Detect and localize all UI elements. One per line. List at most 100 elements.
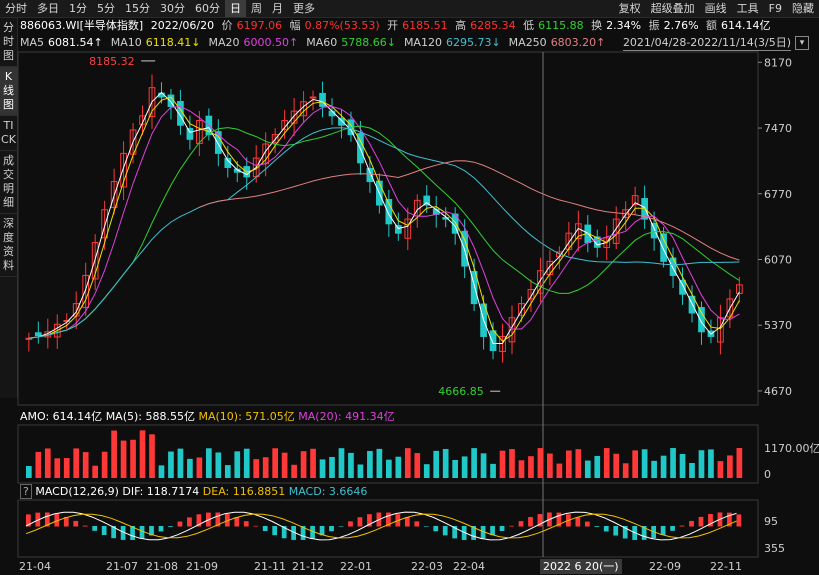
x-tick-label-0: 21-04 bbox=[19, 560, 51, 573]
volume-bar bbox=[262, 457, 269, 478]
amo-legend: AMO: 614.14亿 MA(5): 588.55亿 MA(10): 571.… bbox=[20, 410, 395, 424]
volume-bar bbox=[348, 452, 354, 478]
volume-bar bbox=[632, 450, 638, 478]
volume-bar bbox=[300, 451, 307, 478]
main-panel-frame bbox=[17, 51, 759, 406]
volume-bar bbox=[149, 434, 155, 478]
macd-bar bbox=[187, 517, 192, 527]
volume-bar bbox=[26, 466, 32, 478]
ma60-line bbox=[28, 125, 740, 339]
volume-bar bbox=[708, 449, 714, 478]
volume-bar bbox=[291, 464, 297, 478]
volume-bar bbox=[528, 456, 534, 478]
macd-bar bbox=[158, 526, 164, 532]
volume-bar bbox=[54, 458, 61, 478]
macd-bar bbox=[92, 526, 98, 531]
volume-bar bbox=[101, 451, 108, 478]
volume-bar bbox=[556, 463, 563, 478]
volume-bar bbox=[499, 450, 506, 478]
volume-bar bbox=[717, 461, 724, 478]
volume-bar bbox=[461, 456, 468, 478]
volume-bar bbox=[575, 449, 582, 478]
ma250-line bbox=[199, 160, 740, 261]
macd-bar bbox=[613, 526, 619, 536]
x-tick-label-8: 22-04 bbox=[453, 560, 485, 573]
y-tick-label-0: 8170 bbox=[764, 56, 792, 69]
volume-bar bbox=[423, 464, 430, 478]
volume-bar bbox=[206, 448, 212, 478]
volume-bar bbox=[329, 456, 335, 478]
macd-bar bbox=[509, 525, 514, 527]
candle-body bbox=[679, 279, 686, 295]
volume-bar bbox=[319, 459, 326, 478]
low-annotation: 4666.85 bbox=[438, 385, 484, 398]
volume-bar bbox=[651, 460, 657, 478]
macd-bar bbox=[82, 525, 88, 527]
x-tick-label-3: 21-09 bbox=[186, 560, 218, 573]
macd-bar bbox=[528, 517, 533, 527]
volume-bar bbox=[272, 448, 278, 478]
macd-bar bbox=[177, 521, 183, 527]
macd-params: MACD(12,26,9) bbox=[35, 485, 119, 498]
macd-dif: DIF: 118.7174 bbox=[122, 485, 200, 498]
candle-body bbox=[309, 96, 317, 99]
volume-bar bbox=[63, 458, 70, 478]
macd-bar bbox=[603, 526, 609, 532]
macd-bar bbox=[234, 517, 240, 527]
volume-bar bbox=[111, 430, 117, 478]
macd-bar bbox=[499, 526, 505, 532]
candle-body bbox=[319, 92, 326, 107]
volume-bar bbox=[660, 455, 667, 478]
macd-bar bbox=[414, 521, 420, 527]
volume-bar bbox=[490, 463, 496, 478]
volume-bar bbox=[641, 449, 648, 478]
volume-axis-label-0: 1170.00亿 bbox=[764, 442, 819, 455]
amo-value: AMO: 614.14亿 bbox=[20, 410, 103, 423]
volume-bar bbox=[158, 465, 165, 478]
volume-bar bbox=[92, 465, 98, 478]
x-tick-label-9: 22-09 bbox=[649, 560, 681, 573]
volume-bar bbox=[727, 455, 733, 478]
volume-axis-label-1: 0 bbox=[764, 468, 771, 481]
candle-body bbox=[489, 330, 497, 352]
macd-bar bbox=[262, 526, 268, 532]
volume-bar bbox=[338, 448, 345, 478]
macd-legend: ? MACD(12,26,9) DIF: 118.7174 DEA: 116.8… bbox=[20, 484, 367, 499]
volume-bar bbox=[215, 452, 222, 478]
amo-ma5: MA(5): 588.55亿 bbox=[105, 410, 195, 423]
cursor-date-label: 2022 6 20(一) bbox=[540, 559, 622, 574]
volume-bar bbox=[689, 462, 695, 478]
candle-body bbox=[650, 223, 658, 239]
macd-bar bbox=[689, 520, 694, 527]
volume-bar bbox=[518, 460, 525, 478]
macd-bar bbox=[698, 516, 704, 527]
candle-body bbox=[660, 233, 667, 262]
candle-body bbox=[366, 167, 374, 183]
macd-bar bbox=[348, 521, 353, 527]
x-tick-label-4: 21-11 bbox=[254, 560, 286, 573]
x-tick-label-2: 21-08 bbox=[146, 560, 178, 573]
volume-bar bbox=[736, 448, 743, 478]
volume-bar bbox=[480, 453, 487, 478]
volume-bar bbox=[471, 448, 477, 478]
macd-bar bbox=[253, 525, 259, 527]
volume-bar bbox=[698, 450, 705, 478]
macd-bar bbox=[168, 526, 173, 527]
macd-bar bbox=[433, 526, 439, 532]
y-tick-label-4: 5370 bbox=[764, 319, 792, 332]
volume-bar bbox=[196, 457, 203, 478]
help-icon[interactable]: ? bbox=[20, 484, 32, 499]
volume-bar bbox=[594, 455, 601, 478]
macd-bar bbox=[442, 526, 448, 536]
volume-bar bbox=[547, 453, 553, 478]
volume-bar bbox=[367, 451, 373, 478]
candle-body bbox=[34, 332, 42, 337]
macd-bar bbox=[584, 521, 590, 527]
y-tick-label-1: 7470 bbox=[764, 122, 792, 135]
candle-body bbox=[394, 225, 402, 234]
volume-bar bbox=[224, 465, 231, 478]
macd-bar bbox=[101, 526, 107, 536]
macd-bar bbox=[736, 514, 742, 527]
volume-bar bbox=[177, 448, 184, 478]
volume-bar bbox=[73, 448, 80, 478]
